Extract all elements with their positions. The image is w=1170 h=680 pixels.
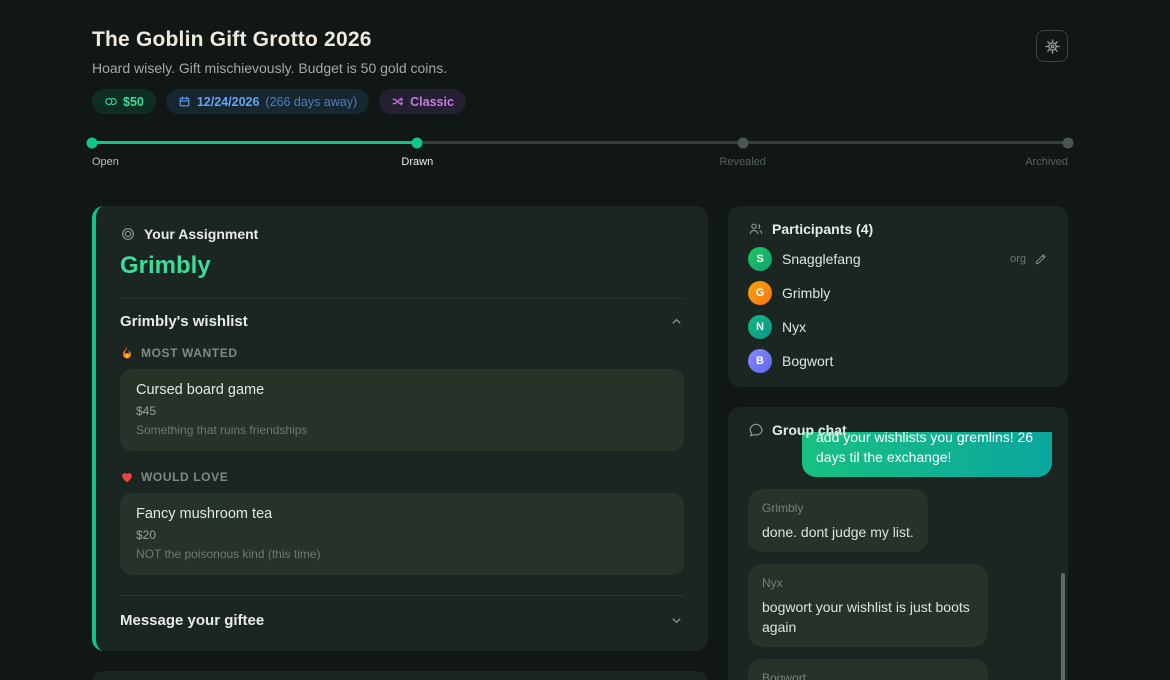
chat-text: bogwort your wishlist is just boots agai…: [762, 597, 974, 637]
wishlist-section-most-wanted: MOST WANTED: [120, 345, 684, 360]
avatar: B: [748, 349, 772, 373]
participant-name: Bogwort: [782, 353, 833, 369]
page-header: The Goblin Gift Grotto 2026 Hoard wisely…: [92, 28, 1068, 114]
participant-name: Snagglefang: [782, 251, 861, 267]
divider: [120, 298, 684, 299]
page-subtitle: Hoard wisely. Gift mischievously. Budget…: [92, 60, 466, 76]
page: The Goblin Gift Grotto 2026 Hoard wisely…: [92, 0, 1068, 680]
chat-message: Grimbly done. dont judge my list.: [748, 489, 1052, 552]
chat-message-list: add your wishlists you gremlins! 26 days…: [748, 432, 1052, 680]
chat-message: Bogwort THE SWAMP KEEPS EATING THEM: [748, 659, 1052, 680]
stage-label-revealed: Revealed: [719, 156, 765, 168]
chat-bubble-own: add your wishlists you gremlins! 26 days…: [802, 432, 1052, 477]
giftee-wishlist-item: Fancy mushroom tea $20 NOT the poisonous…: [120, 493, 684, 575]
assignment-card: Your Assignment Grimbly Grimbly's wishli…: [92, 206, 708, 651]
heart-icon: [120, 470, 134, 484]
participants-title: Participants (4): [772, 221, 873, 237]
section-label-text: MOST WANTED: [141, 346, 238, 360]
org-badge: org: [1010, 253, 1026, 265]
avatar: S: [748, 247, 772, 271]
stage-dot-revealed: [737, 137, 748, 148]
chat-author: Bogwort: [762, 668, 974, 680]
wish-item-note: Something that ruins friendships: [136, 423, 668, 437]
coins-icon: [104, 95, 117, 108]
date-badge-note: (266 days away): [265, 95, 357, 109]
giftee-wishlist-item: Cursed board game $45 Something that rui…: [120, 369, 684, 451]
pencil-icon[interactable]: [1034, 252, 1048, 266]
chat-bubble-icon: [748, 422, 764, 438]
right-column: Participants (4) S Snagglefang org G Gri…: [728, 206, 1068, 680]
mode-badge-label: Classic: [410, 95, 454, 109]
participant-row: B Bogwort: [748, 349, 1048, 373]
gear-icon: [1044, 38, 1061, 55]
participant-row: S Snagglefang org: [748, 247, 1048, 271]
target-icon: [120, 226, 136, 242]
chat-author: Nyx: [762, 573, 974, 593]
calendar-icon: [178, 95, 191, 108]
giftee-wishlist-title: Grimbly's wishlist: [120, 313, 248, 330]
mode-badge: Classic: [379, 89, 466, 114]
participant-row: G Grimbly: [748, 281, 1048, 305]
budget-badge-label: $50: [123, 95, 144, 109]
wish-item-price: $45: [136, 404, 668, 418]
your-wishlist-card: Your wishlist: [92, 671, 708, 680]
participant-name: Grimbly: [782, 285, 830, 301]
assignment-header-label: Your Assignment: [144, 226, 258, 242]
status-stepper: Open Drawn Revealed Archived: [92, 132, 1068, 176]
header-text-block: The Goblin Gift Grotto 2026 Hoard wisely…: [92, 28, 466, 114]
stage-label-open: Open: [92, 156, 119, 168]
wish-item-price: $20: [136, 528, 668, 542]
stage-dot-drawn: [412, 137, 423, 148]
stage-dot-open: [87, 137, 98, 148]
shuffle-icon: [391, 95, 404, 108]
stage-label-drawn: Drawn: [401, 156, 433, 168]
message-giftee-label: Message your giftee: [120, 612, 264, 629]
chat-author: Grimbly: [762, 498, 914, 518]
group-chat-title: Group chat: [772, 422, 847, 438]
people-icon: [748, 221, 764, 237]
wish-item-name: Fancy mushroom tea: [136, 506, 668, 522]
chat-bubble: Bogwort THE SWAMP KEEPS EATING THEM: [748, 659, 988, 680]
chevron-down-icon[interactable]: [669, 613, 684, 628]
left-column: Your Assignment Grimbly Grimbly's wishli…: [92, 206, 708, 680]
flame-icon: [120, 345, 134, 360]
date-badge-label: 12/24/2026: [197, 95, 260, 109]
chat-scrollbar[interactable]: [1061, 573, 1065, 680]
stage-label-archived: Archived: [1025, 156, 1068, 168]
page-title: The Goblin Gift Grotto 2026: [92, 28, 466, 52]
group-chat-card: Group chat add your wishlists you gremli…: [728, 407, 1068, 680]
chat-bubble: Nyx bogwort your wishlist is just boots …: [748, 564, 988, 647]
wishlist-section-would-love: WOULD LOVE: [120, 470, 684, 484]
giftee-name: Grimbly: [120, 252, 684, 280]
participants-card: Participants (4) S Snagglefang org G Gri…: [728, 206, 1068, 387]
participants-header: Participants (4): [748, 221, 1048, 237]
wish-item-name: Cursed board game: [136, 382, 668, 398]
divider: [120, 595, 684, 596]
chat-text: done. dont judge my list.: [762, 522, 914, 542]
participant-name: Nyx: [782, 319, 806, 335]
budget-badge: $50: [92, 89, 156, 114]
section-label-text: WOULD LOVE: [141, 470, 228, 484]
group-chat-header: Group chat: [748, 422, 1052, 438]
date-badge: 12/24/2026 (266 days away): [166, 89, 369, 114]
stepper-fill: [93, 141, 418, 144]
badges-row: $50 12/24/2026 (266 days away) Classic: [92, 89, 466, 114]
avatar: G: [748, 281, 772, 305]
stage-dot-archived: [1063, 137, 1074, 148]
chat-message-own: add your wishlists you gremlins! 26 days…: [748, 432, 1052, 477]
stepper-track: [93, 141, 1067, 144]
participant-row: N Nyx: [748, 315, 1048, 339]
assignment-card-header: Your Assignment: [120, 226, 684, 242]
settings-button[interactable]: [1036, 30, 1068, 62]
chevron-up-icon[interactable]: [669, 314, 684, 329]
chat-message: Nyx bogwort your wishlist is just boots …: [748, 564, 1052, 647]
giftee-wishlist-collapse[interactable]: Grimbly's wishlist: [120, 313, 684, 330]
wish-item-note: NOT the poisonous kind (this time): [136, 547, 668, 561]
message-giftee-collapse[interactable]: Message your giftee: [120, 612, 684, 629]
avatar: N: [748, 315, 772, 339]
chat-bubble: Grimbly done. dont judge my list.: [748, 489, 928, 552]
